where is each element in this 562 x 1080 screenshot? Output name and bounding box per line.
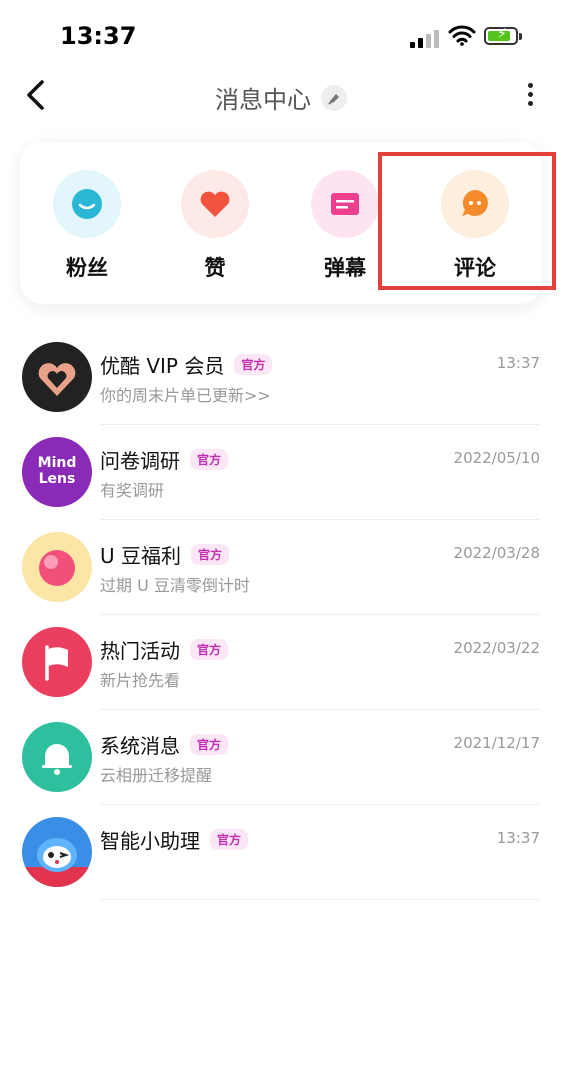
item-title: 热门活动 官方 bbox=[100, 635, 229, 664]
item-title: 系统消息 官方 bbox=[100, 730, 229, 759]
youku-vip-avatar bbox=[22, 342, 92, 412]
quick-danmaku[interactable]: 弹幕 bbox=[300, 170, 390, 282]
item-title: 智能小助理 官方 bbox=[100, 825, 249, 854]
assistant-avatar bbox=[22, 817, 92, 887]
list-item[interactable]: Mind Lens 问卷调研 官方 有奖调研 2022/05/10 bbox=[0, 425, 562, 520]
item-date: 13:37 bbox=[496, 829, 540, 847]
official-badge: 官方 bbox=[234, 354, 273, 375]
official-badge: 官方 bbox=[191, 544, 230, 565]
status-time: 13:37 bbox=[60, 22, 137, 50]
flag-avatar bbox=[22, 627, 92, 697]
danmaku-icon bbox=[311, 170, 379, 238]
signal-icon bbox=[410, 28, 440, 48]
official-badge: 官方 bbox=[190, 734, 229, 755]
quick-label: 弹幕 bbox=[324, 256, 366, 280]
item-subtitle: 有奖调研 bbox=[100, 481, 165, 500]
list-item[interactable]: 优酷 VIP 会员 官方 你的周末片单已更新>> 13:37 bbox=[0, 330, 562, 425]
item-name: 系统消息 bbox=[100, 734, 180, 758]
item-date: 2022/03/22 bbox=[453, 639, 540, 657]
item-subtitle: 你的周末片单已更新>> bbox=[100, 386, 271, 405]
divider bbox=[100, 899, 540, 900]
item-name: 智能小助理 bbox=[100, 829, 200, 853]
item-subtitle: 新片抢先看 bbox=[100, 671, 181, 690]
smile-icon bbox=[53, 170, 121, 238]
item-subtitle: 过期 U 豆清零倒计时 bbox=[100, 576, 250, 595]
item-date: 2022/03/28 bbox=[453, 544, 540, 562]
battery-icon: ⚡ bbox=[484, 26, 522, 45]
item-name: 优酷 VIP 会员 bbox=[100, 354, 225, 378]
item-name: 热门活动 bbox=[100, 639, 180, 663]
udou-avatar bbox=[22, 532, 92, 602]
heart-icon bbox=[181, 170, 249, 238]
item-title: 问卷调研 官方 bbox=[100, 445, 229, 474]
list-item[interactable]: 热门活动 官方 新片抢先看 2022/03/22 bbox=[0, 615, 562, 710]
list-item[interactable]: U 豆福利 官方 过期 U 豆清零倒计时 2022/03/28 bbox=[0, 520, 562, 615]
page-title: 消息中心 bbox=[215, 86, 311, 114]
bell-avatar bbox=[22, 722, 92, 792]
mindlens-avatar: Mind Lens bbox=[22, 437, 92, 507]
avatar-text: Mind Lens bbox=[37, 455, 77, 487]
list-item[interactable]: 系统消息 官方 云相册迁移提醒 2021/12/17 bbox=[0, 710, 562, 805]
item-date: 13:37 bbox=[496, 354, 540, 372]
item-date: 2021/12/17 bbox=[453, 734, 540, 752]
quick-label: 粉丝 bbox=[66, 256, 108, 280]
official-badge: 官方 bbox=[190, 639, 229, 660]
item-subtitle: 云相册迁移提醒 bbox=[100, 766, 213, 785]
highlight-box bbox=[378, 152, 556, 290]
official-badge: 官方 bbox=[190, 449, 229, 470]
quick-label: 赞 bbox=[204, 256, 226, 280]
item-name: 问卷调研 bbox=[100, 449, 180, 473]
item-title: 优酷 VIP 会员 官方 bbox=[100, 350, 273, 379]
wifi-icon bbox=[448, 25, 476, 46]
item-name: U 豆福利 bbox=[100, 544, 181, 568]
more-menu-icon[interactable] bbox=[520, 80, 540, 110]
quick-fans[interactable]: 粉丝 bbox=[42, 170, 132, 282]
quick-likes[interactable]: 赞 bbox=[170, 170, 260, 282]
clean-brush-icon[interactable] bbox=[321, 84, 347, 111]
item-title: U 豆福利 官方 bbox=[100, 540, 230, 569]
page-title-bar: 消息中心 bbox=[0, 80, 562, 115]
official-badge: 官方 bbox=[210, 829, 249, 850]
status-bar: 13:37 ⚡ bbox=[0, 0, 562, 70]
list-item[interactable]: 智能小助理 官方 13:37 bbox=[0, 805, 562, 900]
item-date: 2022/05/10 bbox=[453, 449, 540, 467]
